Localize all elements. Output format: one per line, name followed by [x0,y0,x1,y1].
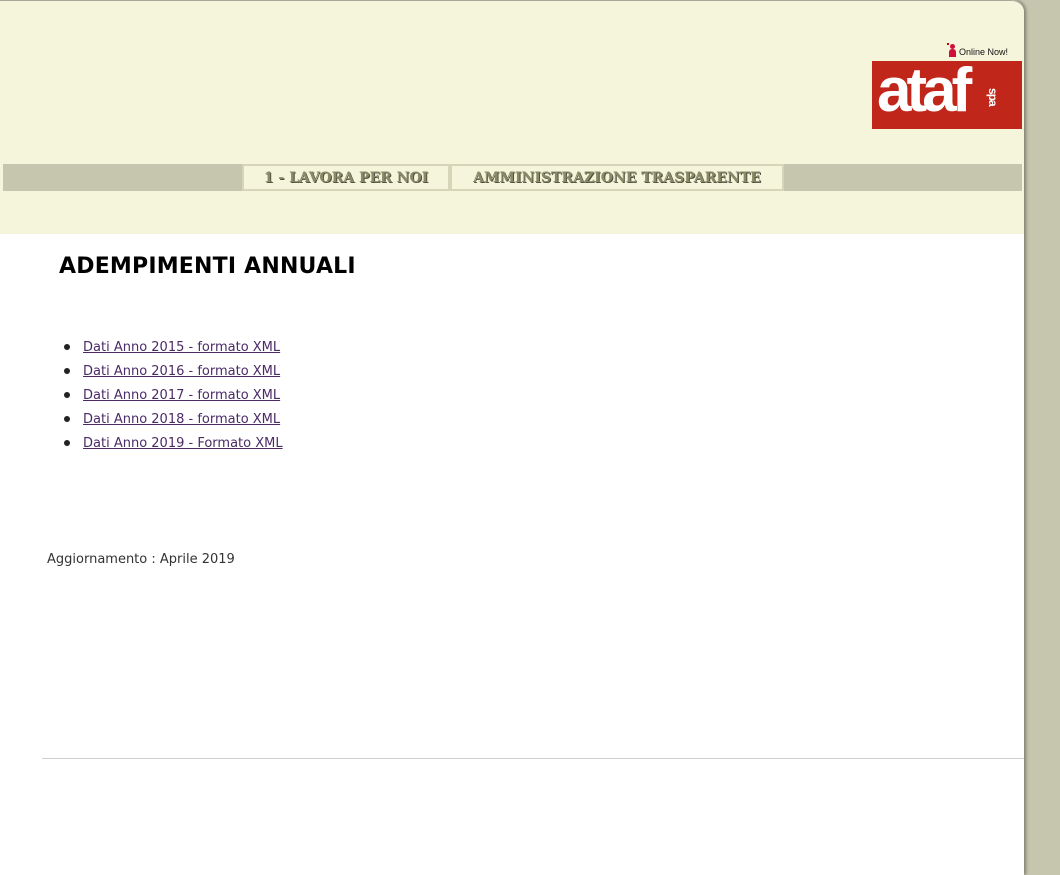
link-dati-2017[interactable]: Dati Anno 2017 - formato XML [83,388,280,403]
ataf-logo[interactable]: ataf spa [872,61,1022,129]
update-date-text: Aggiornamento : Aprile 2019 [47,552,235,567]
online-now-label: Online Now! [959,47,1009,57]
nav-item-amministrazione-trasparente[interactable]: AMMINISTRAZIONE TRASPARENTE [450,164,784,191]
page-title: ADEMPIMENTI ANNUALI [59,254,356,279]
nav-item-lavora-per-noi[interactable]: 1 - LAVORA PER NOI [242,164,450,191]
list-item: Dati Anno 2019 - Formato XML [62,433,283,457]
footer-divider [42,758,1024,759]
link-dati-2019[interactable]: Dati Anno 2019 - Formato XML [83,436,283,451]
online-now-badge[interactable]: Online Now! [947,43,1008,57]
list-item: Dati Anno 2018 - formato XML [62,409,283,433]
page: Online Now! ataf spa 1 - LAVORA PER NOI … [0,0,1024,875]
list-item: Dati Anno 2016 - formato XML [62,361,283,385]
main-nav: 1 - LAVORA PER NOI AMMINISTRAZIONE TRASP… [3,164,1022,191]
site-header: Online Now! ataf spa 1 - LAVORA PER NOI … [0,0,1024,234]
list-item: Dati Anno 2017 - formato XML [62,385,283,409]
logo-suffix: spa [986,88,1000,106]
link-dati-2015[interactable]: Dati Anno 2015 - formato XML [83,340,280,355]
link-dati-2016[interactable]: Dati Anno 2016 - formato XML [83,364,280,379]
xml-data-list: Dati Anno 2015 - formato XML Dati Anno 2… [62,337,283,457]
list-item: Dati Anno 2015 - formato XML [62,337,283,361]
person-icon [947,43,957,57]
link-dati-2018[interactable]: Dati Anno 2018 - formato XML [83,412,280,427]
logo-wordmark: ataf [877,61,972,125]
